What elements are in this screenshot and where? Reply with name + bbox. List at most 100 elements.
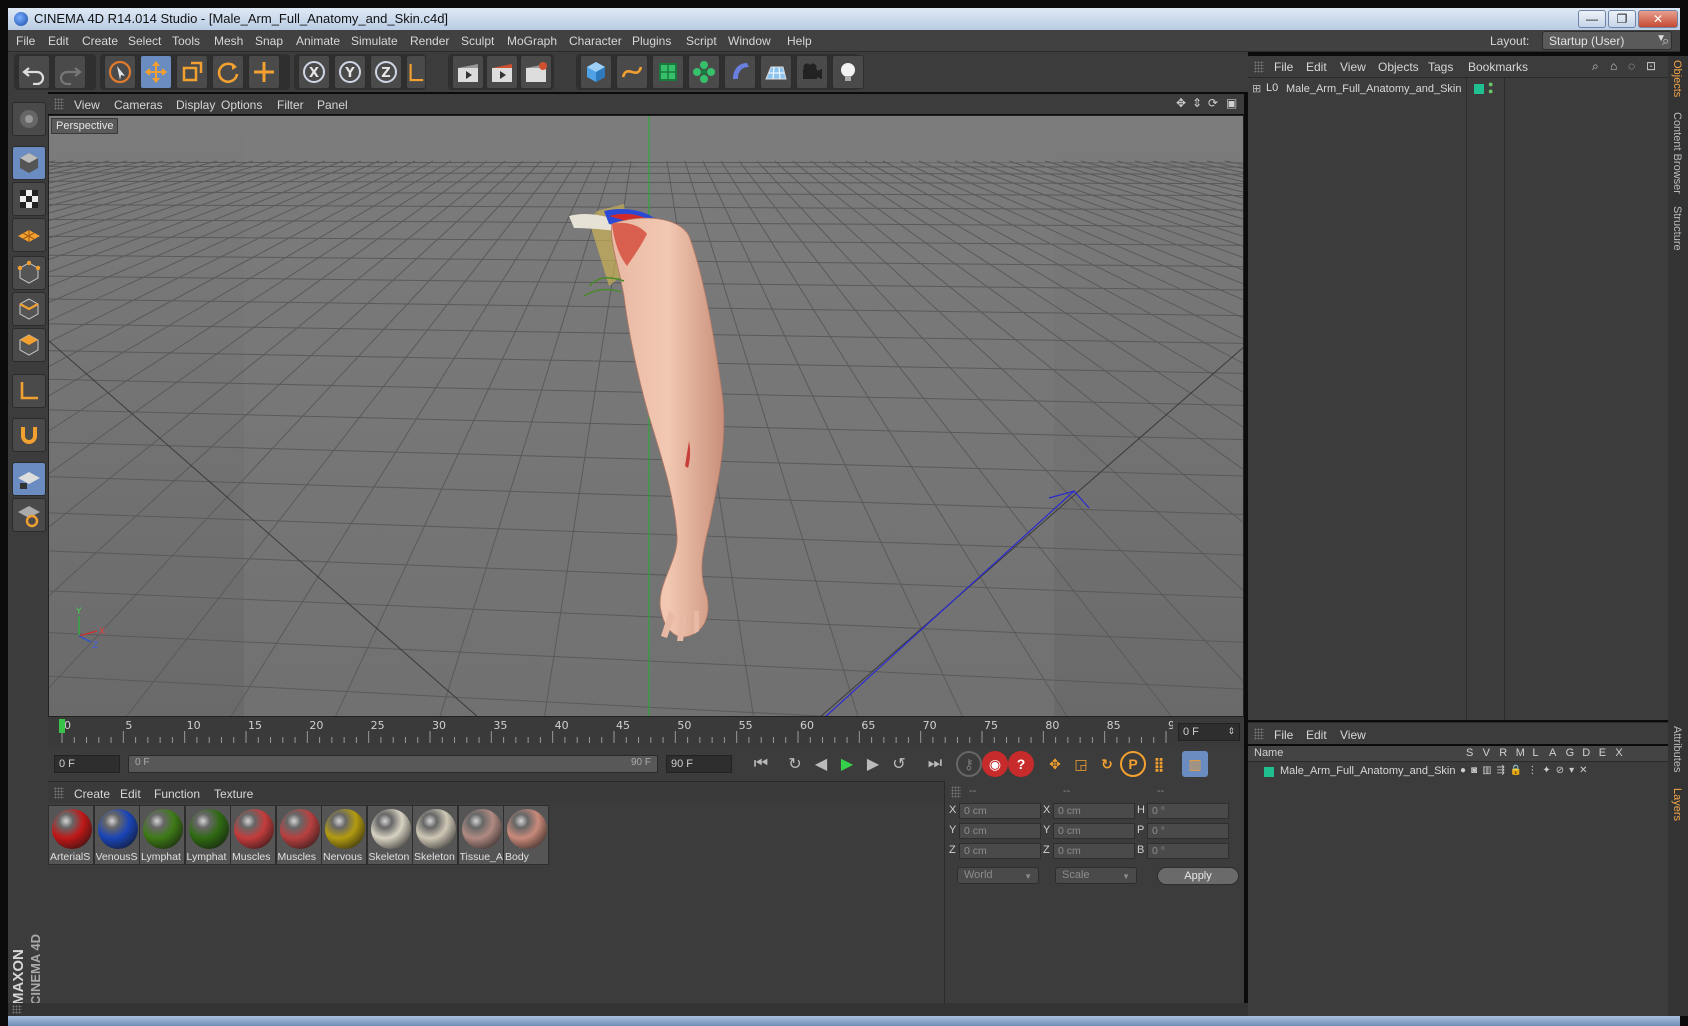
material-menu-create[interactable]: Create xyxy=(74,787,110,801)
viewport-menu-panel[interactable]: Panel xyxy=(317,98,348,112)
add-cube-button[interactable] xyxy=(580,55,612,89)
render-settings-button[interactable] xyxy=(520,55,552,89)
layers-menu-view[interactable]: View xyxy=(1340,728,1366,742)
menu-simulate[interactable]: Simulate xyxy=(351,34,398,48)
menu-select[interactable]: Select xyxy=(128,34,161,48)
home-icon[interactable]: ⌂ xyxy=(1610,59,1617,73)
material-swatch[interactable]: Skeleton xyxy=(412,805,458,865)
menu-character[interactable]: Character xyxy=(569,34,622,48)
viewport-menu-options[interactable]: Options xyxy=(221,98,262,112)
menu-sculpt[interactable]: Sculpt xyxy=(461,34,494,48)
search-icon[interactable]: ⌕ xyxy=(1662,33,1669,49)
tab-layers[interactable]: Layers xyxy=(1671,788,1683,821)
apply-button[interactable]: Apply xyxy=(1157,867,1239,885)
visibility-dots-icon[interactable]: ● ● xyxy=(1488,80,1493,96)
record-position-button[interactable]: ✥ xyxy=(1042,751,1068,777)
layer-column-g[interactable]: G xyxy=(1566,747,1575,759)
material-swatch[interactable]: ArterialS xyxy=(48,805,94,865)
menu-render[interactable]: Render xyxy=(410,34,449,48)
menu-animate[interactable]: Animate xyxy=(296,34,340,48)
new-panel-icon[interactable]: ⊡ xyxy=(1646,59,1656,73)
make-editable-button[interactable] xyxy=(12,102,46,136)
objects-menu-bookmarks[interactable]: Bookmarks xyxy=(1468,60,1528,74)
layer-column-d[interactable]: D xyxy=(1582,747,1590,759)
layers-menu-edit[interactable]: Edit xyxy=(1306,728,1327,742)
perspective-viewport[interactable]: Y X Z Perspective xyxy=(48,115,1244,717)
planar-workplane-button[interactable] xyxy=(12,498,46,532)
menu-snap[interactable]: Snap xyxy=(255,34,283,48)
add-nurbs-button[interactable] xyxy=(652,55,684,89)
y-axis-lock-button[interactable]: Y xyxy=(334,55,366,89)
layer-column-x[interactable]: X xyxy=(1615,747,1622,759)
workplane-lock-button[interactable] xyxy=(12,462,46,496)
add-camera-button[interactable] xyxy=(796,55,828,89)
panel-grip-icon[interactable] xyxy=(54,787,64,799)
objects-menu-edit[interactable]: Edit xyxy=(1306,60,1327,74)
material-swatch[interactable]: Muscles xyxy=(275,805,322,865)
material-menu-texture[interactable]: Texture xyxy=(214,787,253,801)
go-to-end-button[interactable]: ⏭ xyxy=(922,752,948,776)
scale-tool-button[interactable] xyxy=(176,55,208,89)
layout-select[interactable]: Startup (User) ▼ xyxy=(1542,31,1672,50)
layer-column-r[interactable]: R xyxy=(1499,747,1507,759)
texture-mode-button[interactable] xyxy=(12,182,46,216)
axis-mode-button[interactable] xyxy=(12,374,46,408)
rotate-tool-button[interactable] xyxy=(212,55,244,89)
add-deformer-button[interactable] xyxy=(724,55,756,89)
tab-structure[interactable]: Structure xyxy=(1671,206,1683,251)
coord-value-field[interactable]: 0 cm xyxy=(959,823,1041,839)
record-rotation-button[interactable]: ↻ xyxy=(1094,751,1120,777)
timeline-ruler[interactable]: 0 5 10 15 20 25 30 35 40 45 50 55 60 65 70 75 80 85 90 0 F… xyxy=(48,717,1244,747)
material-swatch[interactable]: Tissue_A xyxy=(457,805,504,865)
menu-create[interactable]: Create xyxy=(82,34,118,48)
undo-button[interactable] xyxy=(18,55,50,89)
record-scale-button[interactable]: ◲ xyxy=(1068,751,1094,777)
panel-grip-icon[interactable] xyxy=(54,98,64,110)
coord-value-field[interactable]: 0 cm xyxy=(1053,843,1135,859)
coord-value-field[interactable]: 0 ° xyxy=(1147,803,1229,819)
coord-value-field[interactable]: 0 ° xyxy=(1147,823,1229,839)
keyframe-selection-button[interactable]: ⚷ xyxy=(956,751,982,777)
coordinate-mode-select[interactable]: Scale ▼ xyxy=(1055,867,1137,884)
menu-tools[interactable]: Tools xyxy=(172,34,200,48)
next-key-button[interactable]: ↺ xyxy=(886,752,912,776)
menu-mograph[interactable]: MoGraph xyxy=(507,34,557,48)
panel-grip-icon[interactable] xyxy=(1254,61,1264,73)
viewport-menu-filter[interactable]: Filter xyxy=(277,98,304,112)
add-light-button[interactable] xyxy=(832,55,864,89)
add-environment-button[interactable] xyxy=(760,55,792,89)
menu-help[interactable]: Help xyxy=(787,34,812,48)
layer-column-m[interactable]: M xyxy=(1516,747,1525,759)
objects-menu-tags[interactable]: Tags xyxy=(1428,60,1453,74)
material-swatch[interactable]: VenousS xyxy=(93,805,140,865)
render-picture-viewer-button[interactable] xyxy=(486,55,518,89)
layer-color-chip[interactable] xyxy=(1474,84,1484,94)
coord-value-field[interactable]: 0 cm xyxy=(1053,823,1135,839)
start-frame-field[interactable]: 0 F xyxy=(54,755,120,773)
object-name[interactable]: Male_Arm_Full_Anatomy_and_Skin xyxy=(1286,83,1461,95)
toggle-view-icon[interactable]: ▣ xyxy=(1226,96,1237,110)
previous-key-button[interactable]: ↻ xyxy=(782,752,808,776)
coord-value-field[interactable]: 0 cm xyxy=(959,843,1041,859)
z-axis-lock-button[interactable]: Z xyxy=(370,55,402,89)
points-mode-button[interactable] xyxy=(12,256,46,290)
snap-button[interactable] xyxy=(12,418,46,452)
material-menu-edit[interactable]: Edit xyxy=(120,787,141,801)
layer-name[interactable]: Male_Arm_Full_Anatomy_and_Skin xyxy=(1280,765,1455,777)
tab-content-browser[interactable]: Content Browser xyxy=(1671,112,1683,194)
pan-icon[interactable]: ✥ xyxy=(1176,96,1186,110)
play-button[interactable]: ▶ xyxy=(834,752,860,776)
layer-column-a[interactable]: A xyxy=(1549,747,1556,759)
edges-mode-button[interactable] xyxy=(12,292,46,326)
material-swatch[interactable]: Lymphat xyxy=(139,805,185,865)
material-swatch[interactable]: Skeleton xyxy=(366,805,413,865)
material-swatch[interactable]: Lymphat xyxy=(184,805,231,865)
go-to-start-button[interactable]: ⏮ xyxy=(748,752,774,776)
layer-row[interactable]: Male_Arm_Full_Anatomy_and_Skin ●◙▥⇶🔒⋮✦⊘▾… xyxy=(1254,764,1660,780)
material-swatch[interactable]: Nervous xyxy=(321,805,367,865)
layer-column-v[interactable]: V xyxy=(1483,747,1490,759)
menu-window[interactable]: Window xyxy=(728,34,771,48)
menu-mesh[interactable]: Mesh xyxy=(214,34,243,48)
menu-edit[interactable]: Edit xyxy=(48,34,69,48)
stepper-icon[interactable]: ⇕ xyxy=(1227,726,1235,737)
